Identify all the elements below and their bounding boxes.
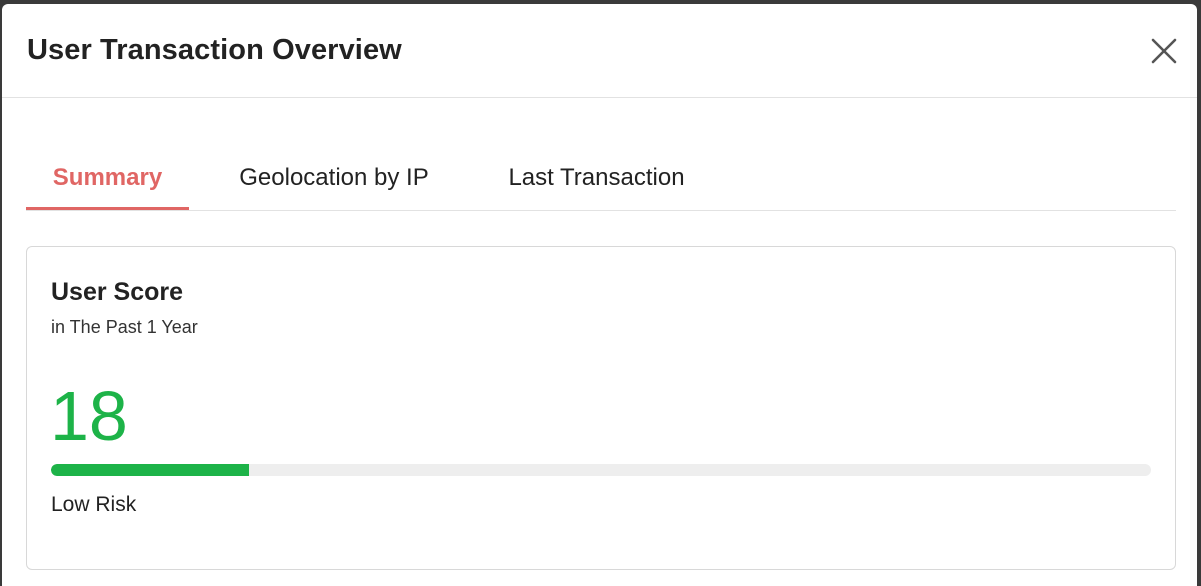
user-score-title: User Score: [51, 278, 184, 306]
risk-level-label: Low Risk: [51, 493, 137, 516]
score-progress-bar: [51, 464, 1151, 476]
dialog-header: User Transaction Overview: [2, 4, 1197, 98]
score-progress-fill: [51, 464, 249, 476]
transaction-overview-dialog: User Transaction Overview Summary Geoloc…: [2, 4, 1197, 586]
tab-summary[interactable]: Summary: [26, 159, 189, 210]
dialog-title: User Transaction Overview: [27, 34, 402, 66]
tab-geolocation-by-ip[interactable]: Geolocation by IP: [234, 159, 434, 210]
user-score-value: 18: [50, 377, 128, 455]
user-score-card: User Score in The Past 1 Year 18 Low Ris…: [26, 246, 1176, 570]
tab-last-transaction[interactable]: Last Transaction: [504, 159, 689, 210]
tab-bar: Summary Geolocation by IP Last Transacti…: [26, 159, 1176, 211]
close-button[interactable]: [1148, 35, 1180, 67]
close-icon: [1151, 38, 1177, 64]
user-score-period: in The Past 1 Year: [51, 317, 198, 337]
